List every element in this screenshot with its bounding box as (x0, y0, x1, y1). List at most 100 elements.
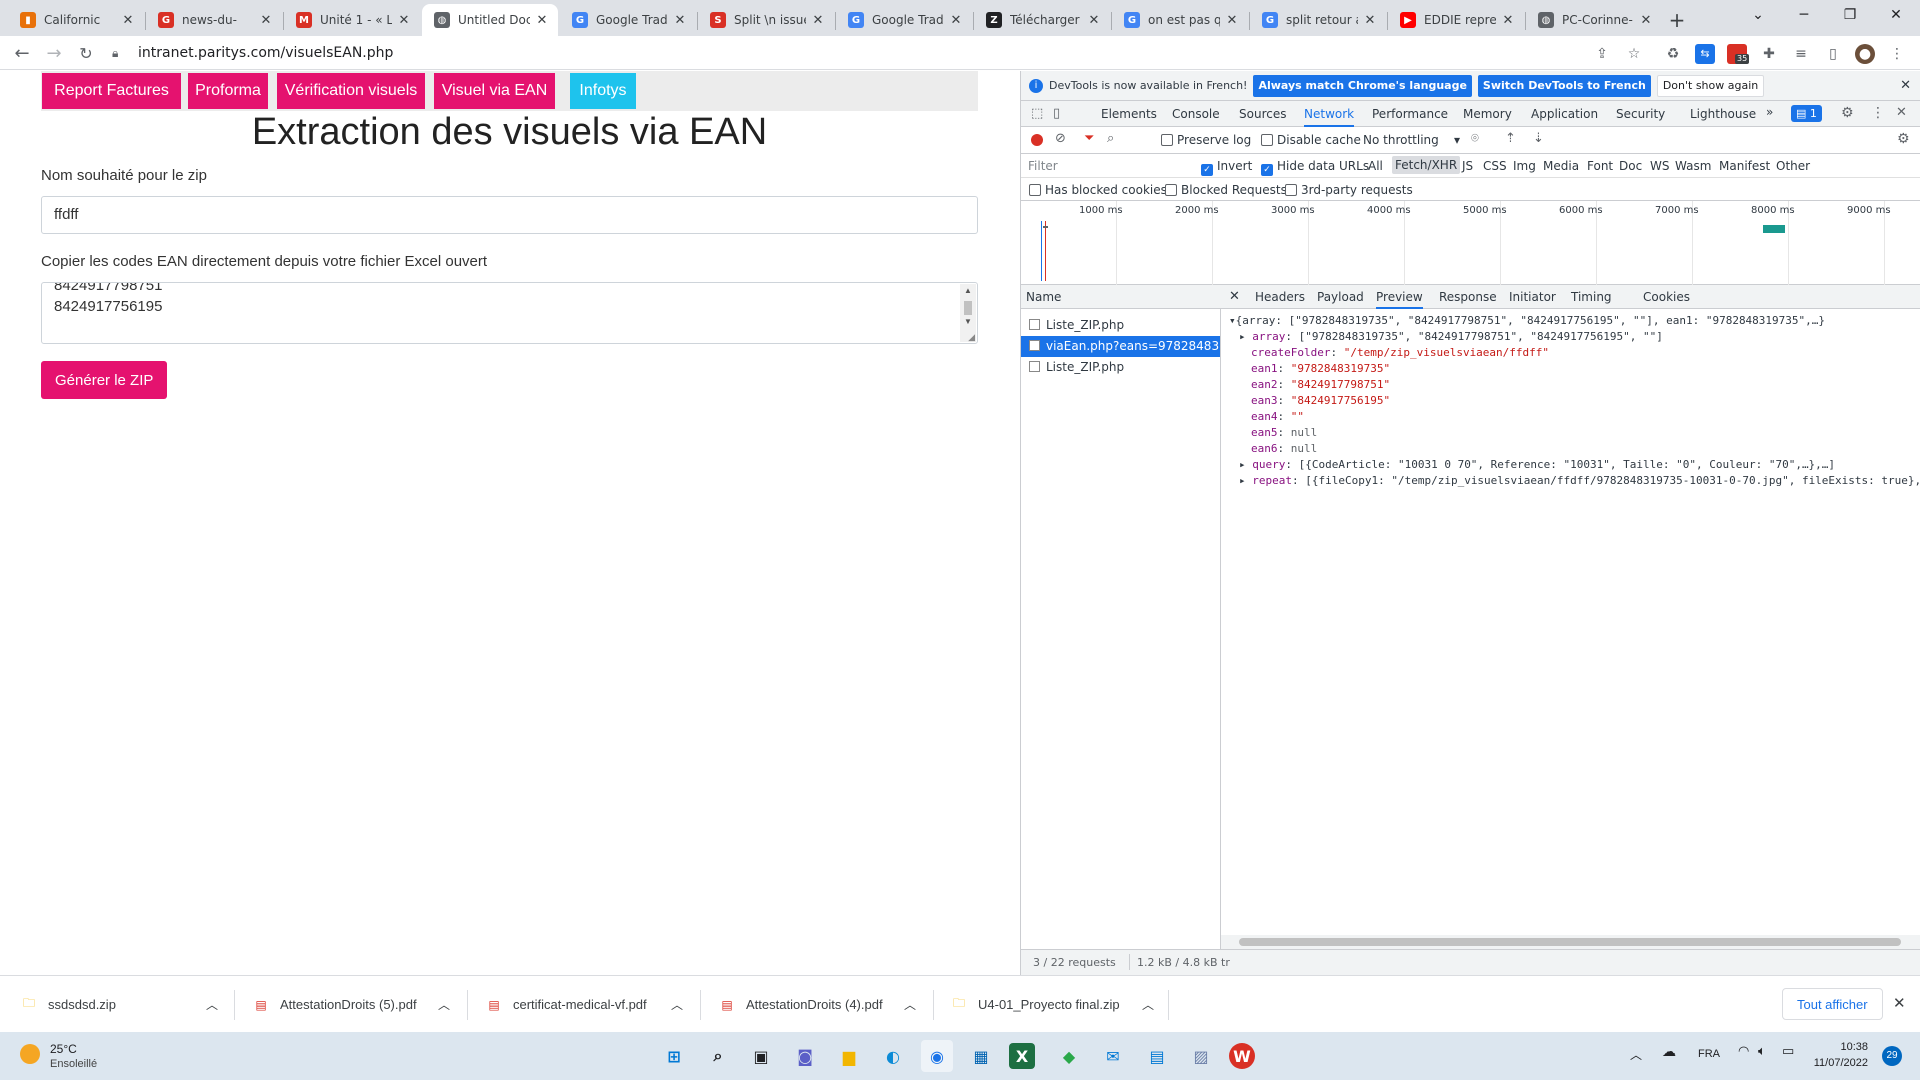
checkbox-icon[interactable] (1161, 134, 1173, 146)
json-query-row[interactable]: ▸ query: [{CodeArticle: "10031 0 70", Re… (1239, 458, 1835, 471)
export-har-icon[interactable]: ⇣ (1533, 131, 1544, 146)
tab-close-icon[interactable]: ✕ (1086, 13, 1102, 28)
tab-cookies[interactable]: Cookies (1643, 285, 1690, 309)
close-devtools-icon[interactable]: ✕ (1896, 105, 1907, 120)
name-column-header[interactable]: Name (1021, 285, 1221, 309)
scroll-down-icon[interactable]: ▼ (964, 317, 972, 326)
device-toolbar-icon[interactable]: ▯ (1053, 106, 1060, 121)
pdf-extension-icon[interactable]: 35 (1727, 44, 1750, 64)
checkbox-checked-icon[interactable]: ✓ (1201, 164, 1213, 176)
nav-report-factures[interactable]: Report Factures (42, 73, 181, 109)
reload-icon[interactable]: ↻ (72, 40, 100, 68)
windows-start-icon[interactable]: ⊞ (658, 1040, 690, 1072)
reading-list-icon[interactable]: ≡ (1791, 44, 1811, 64)
browser-tab[interactable]: S Split \n issue ✕ (698, 4, 834, 36)
search-icon[interactable]: ⌕ (1107, 131, 1114, 146)
clear-icon[interactable]: ⊘ (1055, 131, 1066, 146)
filter-type-css[interactable]: CSS (1483, 159, 1507, 173)
tab-sources[interactable]: Sources (1239, 101, 1286, 127)
tab-lighthouse[interactable]: Lighthouse (1690, 101, 1756, 127)
file-explorer-icon[interactable]: ▆ (833, 1040, 865, 1072)
disable-cache-checkbox[interactable]: Disable cache (1261, 133, 1361, 147)
filter-type-media[interactable]: Media (1543, 159, 1579, 173)
tab-performance[interactable]: Performance (1372, 101, 1448, 127)
browser-tab[interactable]: M Unité 1 - « La ✕ (284, 4, 420, 36)
filter-type-ws[interactable]: WS (1650, 159, 1669, 173)
tab-close-icon[interactable]: ✕ (1224, 13, 1240, 28)
json-repeat-row[interactable]: ▸ repeat: [{fileCopy1: "/temp/zip_visuel… (1239, 474, 1920, 487)
onedrive-cloud-icon[interactable]: ☁ (1662, 1044, 1676, 1060)
weather-desc[interactable]: Ensoleillé (50, 1058, 97, 1070)
outlook-icon[interactable]: ✉ (1097, 1040, 1129, 1072)
volume-icon[interactable]: 🔈︎ (1758, 1044, 1766, 1059)
scroll-thumb[interactable] (1239, 938, 1901, 946)
record-icon[interactable] (1031, 134, 1043, 146)
network-conditions-icon[interactable]: ⌾ (1471, 131, 1479, 146)
weather-temp[interactable]: 25°C (50, 1042, 77, 1056)
zip-name-input[interactable]: ffdff (41, 196, 978, 234)
tab-close-icon[interactable]: ✕ (258, 13, 274, 28)
tab-close-icon[interactable]: ✕ (396, 13, 412, 28)
address-bar[interactable]: 🔒︎ intranet.paritys.com/visuelsEAN.php (106, 39, 1646, 67)
horizontal-scrollbar[interactable] (1221, 935, 1920, 949)
close-download-shelf-icon[interactable]: ✕ (1893, 994, 1906, 1012)
invert-checkbox[interactable]: ✓ Invert (1201, 159, 1252, 176)
close-infobar-icon[interactable]: ✕ (1900, 78, 1911, 93)
dont-show-again-button[interactable]: Don't show again (1656, 74, 1765, 97)
browser-tab[interactable]: Gon est pas qu ✕ (1112, 4, 1248, 36)
tab-close-icon[interactable]: ✕ (672, 13, 688, 28)
tab-console[interactable]: Console (1172, 101, 1220, 127)
tab-preview[interactable]: Preview (1376, 285, 1423, 309)
download-item[interactable]: 🗀 U4-01_Proyecto final.zip ︿ (950, 976, 1170, 1033)
search-icon[interactable]: ⌕ (702, 1040, 734, 1072)
resize-handle-icon[interactable]: ◢ (968, 332, 975, 343)
expand-right-icon[interactable]: ▸ (1239, 330, 1252, 343)
request-row[interactable]: Liste_ZIP.php (1021, 315, 1220, 336)
filter-type-all[interactable]: All (1368, 159, 1383, 173)
filter-type-font[interactable]: Font (1587, 159, 1613, 173)
scroll-thumb[interactable] (964, 301, 972, 315)
checkbox-icon[interactable] (1029, 184, 1041, 196)
tab-initiator[interactable]: Initiator (1509, 285, 1556, 309)
pdf-reader-icon[interactable]: W (1229, 1043, 1255, 1069)
browser-tab[interactable]: ▶ EDDIE repren ✕ (1388, 4, 1524, 36)
filter-type-doc[interactable]: Doc (1619, 159, 1642, 173)
nav-proforma[interactable]: Proforma (188, 73, 268, 109)
chevron-up-icon[interactable]: ︿ (671, 996, 683, 1013)
graph-app-icon[interactable]: ▨ (1185, 1040, 1217, 1072)
url-text[interactable]: intranet.paritys.com/visuelsEAN.php (138, 45, 393, 61)
tab-close-icon[interactable]: ✕ (534, 13, 550, 28)
browser-tab[interactable]: ◍ PC-Corinne-N ✕ (1526, 4, 1662, 36)
language-indicator[interactable]: FRA (1698, 1048, 1720, 1060)
network-settings-icon[interactable]: ⚙ (1897, 131, 1910, 147)
hide-data-urls-checkbox[interactable]: ✓ Hide data URLs (1261, 159, 1369, 176)
lock-icon[interactable]: 🔒︎ (112, 46, 128, 61)
browser-tab[interactable]: ◍ Untitled Docu ✕ (422, 4, 558, 36)
forward-icon[interactable]: → (40, 40, 68, 68)
preserve-log-checkbox[interactable]: Preserve log (1161, 133, 1251, 147)
expand-right-icon[interactable]: ▸ (1239, 458, 1252, 471)
filter-icon[interactable]: ⏷ (1084, 131, 1094, 146)
download-item[interactable]: ▤ AttestationDroits (4).pdf ︿ (718, 976, 918, 1033)
notepad-icon[interactable]: ▤ (1141, 1040, 1173, 1072)
show-all-downloads-button[interactable]: Tout afficher (1782, 988, 1883, 1020)
tab-memory[interactable]: Memory (1463, 101, 1512, 127)
chrome-menu-icon[interactable]: ⋮ (1887, 44, 1907, 64)
tab-close-icon[interactable]: ✕ (1500, 13, 1516, 28)
nav-verification-visuels[interactable]: Vérification visuels (277, 73, 425, 109)
share-icon[interactable]: ⇪ (1592, 44, 1612, 64)
browser-tab[interactable]: G Google Tradu ✕ (560, 4, 696, 36)
tray-chevron-up-icon[interactable]: ︿ (1630, 1046, 1642, 1063)
maximize-button[interactable]: ❐ (1827, 0, 1873, 32)
wifi-icon[interactable]: ◠ (1738, 1044, 1749, 1059)
json-root-row[interactable]: ▾{array: ["9782848319735", "842491779875… (1229, 314, 1825, 327)
browser-tab[interactable]: Gnews-du- ✕ (146, 4, 282, 36)
always-match-language-button[interactable]: Always match Chrome's language (1253, 74, 1472, 97)
import-har-icon[interactable]: ⇡ (1505, 131, 1516, 146)
clock-date[interactable]: 11/07/2022 (1808, 1057, 1868, 1069)
tab-headers[interactable]: Headers (1255, 285, 1305, 309)
download-item[interactable]: ▤ AttestationDroits (5).pdf ︿ (252, 976, 452, 1033)
nav-infotys[interactable]: Infotys (570, 73, 636, 109)
screenshot-extension-icon[interactable]: ⇆ (1695, 44, 1715, 64)
tab-close-icon[interactable]: ✕ (1362, 13, 1378, 28)
